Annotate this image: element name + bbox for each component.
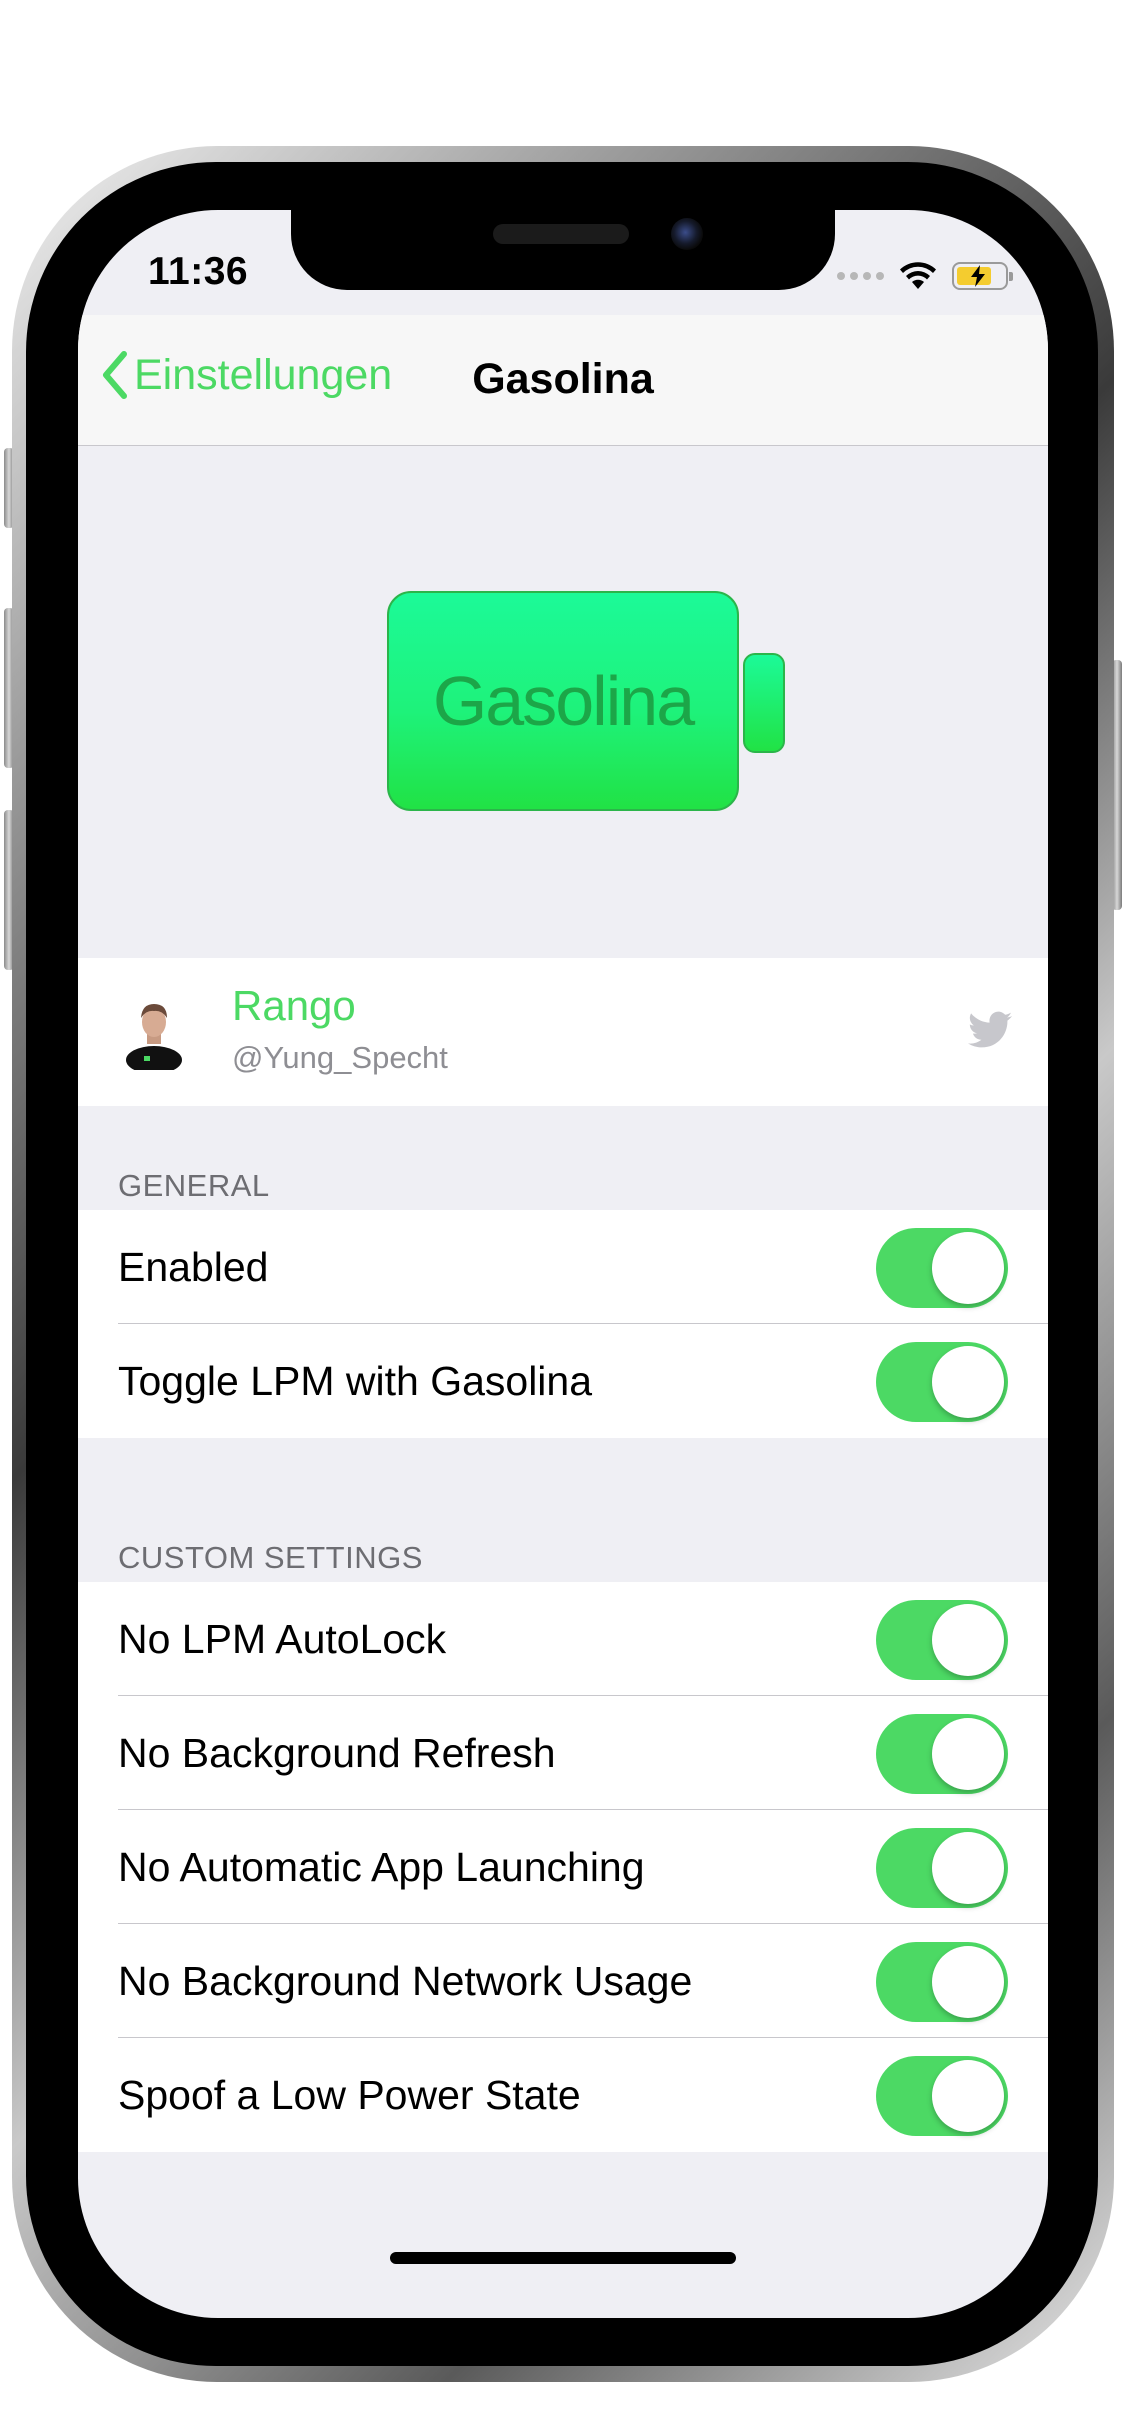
- wifi-icon: [900, 262, 936, 289]
- setting-label: Enabled: [118, 1244, 269, 1290]
- status-time: 11:36: [148, 250, 249, 293]
- signal-dots-icon: [837, 272, 884, 280]
- setting-label: Spoof a Low Power State: [118, 2072, 581, 2118]
- avatar: [126, 1004, 182, 1070]
- header-banner: Gasolina: [78, 446, 1048, 944]
- settings-group-custom: No LPM AutoLock No Background Refresh No…: [78, 1582, 1048, 2152]
- setting-label: No LPM AutoLock: [118, 1616, 447, 1662]
- settings-group-general: Enabled Toggle LPM with Gasolina: [78, 1210, 1048, 1438]
- setting-label: No Automatic App Launching: [118, 1844, 645, 1890]
- author-row[interactable]: Rango @Yung_Specht: [78, 958, 1048, 1106]
- navigation-bar: Einstellungen Gasolina: [78, 315, 1048, 446]
- no-lpm-autolock-toggle[interactable]: [876, 1600, 1008, 1680]
- page-title-text: Gasolina: [472, 355, 654, 403]
- setting-row-toggle-lpm: Toggle LPM with Gasolina: [78, 1324, 1048, 1438]
- author-handle: @Yung_Specht: [232, 1040, 448, 1075]
- section-header-general: GENERAL: [118, 1168, 270, 1203]
- no-background-network-usage-toggle[interactable]: [876, 1942, 1008, 2022]
- gasolina-logo-text: Gasolina: [432, 662, 695, 740]
- setting-row-no-background-refresh: No Background Refresh: [78, 1696, 1048, 1810]
- spoof-low-power-state-toggle[interactable]: [876, 2056, 1008, 2136]
- setting-row-spoof-low-power-state: Spoof a Low Power State: [78, 2038, 1048, 2152]
- section-header-custom-settings: CUSTOM SETTINGS: [118, 1540, 423, 1575]
- home-indicator[interactable]: [390, 2252, 736, 2264]
- setting-row-no-automatic-app-launching: No Automatic App Launching: [78, 1810, 1048, 1924]
- toggle-lpm-toggle[interactable]: [876, 1342, 1008, 1422]
- author-name: Rango: [232, 982, 356, 1029]
- twitter-icon[interactable]: [968, 1010, 1012, 1050]
- gasolina-logo-nub: [743, 653, 785, 753]
- setting-label: No Background Network Usage: [118, 1958, 693, 2004]
- setting-row-no-background-network-usage: No Background Network Usage: [78, 1924, 1048, 2038]
- setting-label: Toggle LPM with Gasolina: [118, 1358, 593, 1404]
- speaker: [493, 224, 629, 244]
- screen: 11:36 Einstellungen Gasolina Gasolina Ra…: [78, 210, 1048, 2318]
- setting-row-enabled: Enabled: [78, 1210, 1048, 1324]
- setting-label: No Background Refresh: [118, 1730, 556, 1776]
- no-automatic-app-launching-toggle[interactable]: [876, 1828, 1008, 1908]
- notch: [291, 210, 835, 290]
- front-camera: [671, 218, 703, 250]
- page-title: Gasolina: [78, 355, 1048, 404]
- battery-charging-icon: [952, 262, 1013, 290]
- enabled-toggle[interactable]: [876, 1228, 1008, 1308]
- setting-row-no-lpm-autolock: No LPM AutoLock: [78, 1582, 1048, 1696]
- no-background-refresh-toggle[interactable]: [876, 1714, 1008, 1794]
- status-icons: [837, 256, 1013, 296]
- gasolina-logo: Gasolina: [387, 591, 739, 811]
